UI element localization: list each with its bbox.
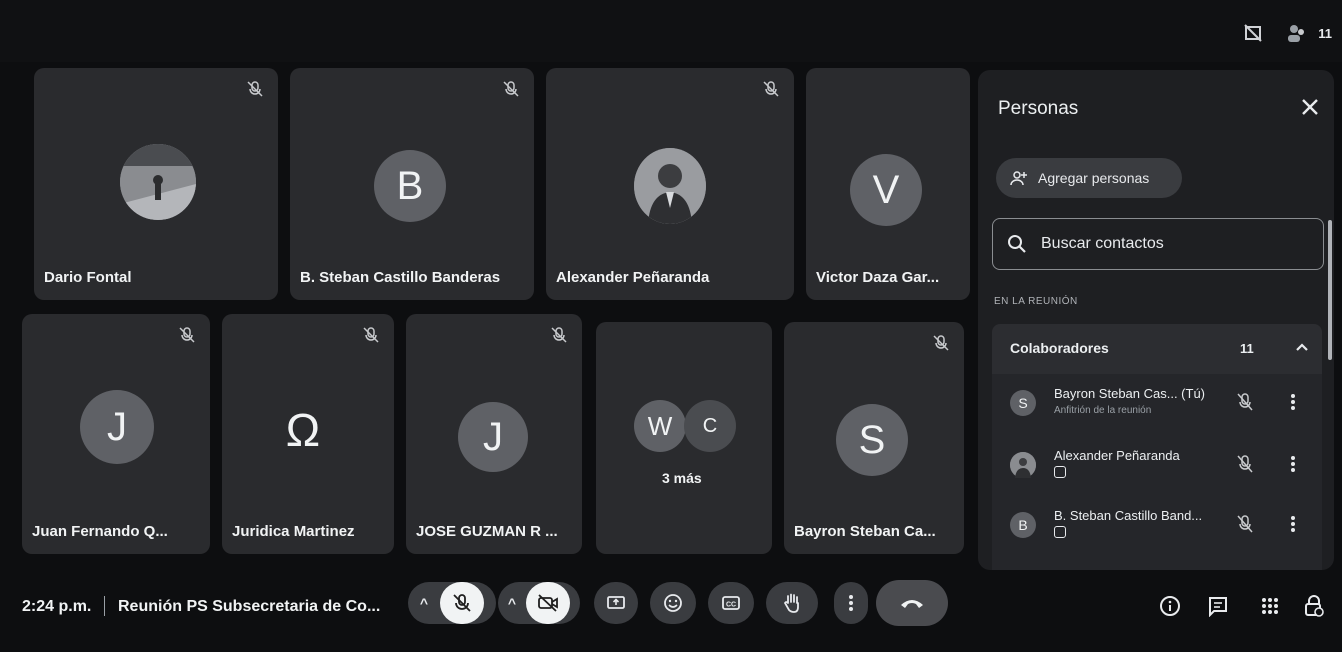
meeting-title: Reunión PS Subsecretaria de Co... — [118, 598, 381, 615]
participant-name: B. Steban Castillo Banderas — [300, 269, 501, 286]
add-people-label: Agregar personas — [1038, 170, 1150, 186]
participant-role: Anfitrión de la reunión — [1054, 405, 1152, 416]
participant-name: Alexander Peñaranda — [556, 269, 710, 286]
host-controls-icon[interactable] — [1302, 594, 1326, 618]
panel-title: Personas — [998, 98, 1079, 119]
section-label: EN LA REUNIÓN — [994, 296, 1078, 307]
participant-name: B. Steban Castillo Band... — [1054, 508, 1203, 523]
more-participants-tile[interactable]: W C 3 más — [596, 322, 772, 554]
participant-name: Bayron Steban Ca... — [794, 523, 936, 540]
avatar: V — [850, 154, 922, 226]
mic-off-icon — [932, 334, 950, 352]
avatar: W — [634, 400, 686, 452]
avatar: J — [80, 390, 154, 464]
participant-list: S Bayron Steban Cas... (Tú) Anfitrión de… — [992, 374, 1322, 570]
more-vert-icon[interactable] — [1290, 454, 1296, 474]
participant-tile[interactable]: Dario Fontal — [34, 68, 278, 300]
mic-off-icon[interactable] — [1236, 392, 1254, 412]
participant-tile[interactable]: V Victor Daza Gar... — [806, 68, 970, 300]
search-field[interactable] — [992, 218, 1324, 270]
chevron-up-icon — [1292, 337, 1312, 357]
search-input[interactable] — [1039, 234, 1303, 254]
group-label: Colaboradores — [1010, 340, 1109, 356]
end-call-icon[interactable] — [876, 580, 948, 626]
participant-tile[interactable]: S Bayron Steban Ca... — [784, 322, 964, 554]
more-count: 3 más — [662, 470, 702, 486]
camera-icon — [1054, 466, 1066, 478]
avatar — [634, 148, 706, 224]
avatar: B — [374, 150, 446, 222]
participant-name: Victor Daza Gar... — [816, 269, 940, 286]
avatar: B — [1010, 512, 1036, 538]
collaborators-group-header[interactable]: Colaboradores 11 — [992, 324, 1322, 374]
participant-name: Juridica Martinez — [232, 523, 355, 540]
participant-name: Bayron Steban Cas... (Tú) — [1054, 386, 1206, 401]
mic-off-icon — [246, 80, 264, 98]
more-vert-icon[interactable] — [834, 582, 868, 624]
participant-name: Alexander Peñaranda — [1054, 448, 1180, 463]
avatar: J — [458, 402, 528, 472]
participant-tile[interactable]: Ω Juridica Martinez — [222, 314, 394, 554]
list-item[interactable]: Alexander Peñaranda — [992, 440, 1322, 496]
avatar: C — [684, 400, 736, 452]
activities-icon[interactable] — [1258, 594, 1282, 618]
mic-off-icon — [550, 326, 568, 344]
present-screen-icon[interactable] — [594, 582, 638, 624]
top-bar: 11 — [0, 0, 1342, 62]
more-vert-icon[interactable] — [1290, 392, 1296, 412]
captions-icon[interactable]: CC — [708, 582, 754, 624]
meeting-time: 2:24 p.m. — [22, 598, 92, 615]
mic-off-icon — [178, 326, 196, 344]
divider — [104, 596, 105, 616]
mic-off-icon[interactable] — [440, 582, 485, 624]
avatar: Ω — [285, 404, 321, 456]
add-people-button[interactable]: Agregar personas — [996, 158, 1182, 198]
participant-name: Juan Fernando Q... — [32, 523, 168, 540]
participants-icon[interactable] — [1284, 20, 1310, 46]
participant-name: JOSE GUZMAN R ... — [416, 523, 558, 540]
chevron-up-icon: ^ — [419, 595, 429, 611]
more-vert-icon[interactable] — [1290, 514, 1296, 534]
mic-off-icon — [502, 80, 520, 98]
camera-icon — [1054, 526, 1066, 538]
chevron-up-icon: ^ — [507, 595, 517, 611]
participant-tile[interactable]: J Juan Fernando Q... — [22, 314, 210, 554]
mic-off-icon — [362, 326, 380, 344]
list-item[interactable]: S Bayron Steban Cas... (Tú) Anfitrión de… — [992, 378, 1322, 434]
participant-tile[interactable]: Alexander Peñaranda — [546, 68, 794, 300]
people-panel: Personas Agregar personas EN LA REUNIÓN … — [978, 70, 1334, 570]
avatar: S — [1010, 390, 1036, 416]
raise-hand-icon[interactable] — [766, 582, 818, 624]
chat-icon[interactable] — [1206, 594, 1230, 618]
camera-off-icon[interactable] — [526, 582, 571, 624]
svg-text:CC: CC — [726, 602, 736, 609]
participant-tile[interactable]: J JOSE GUZMAN R ... — [406, 314, 582, 554]
no-network-icon[interactable] — [1240, 20, 1266, 46]
group-count: 11 — [1240, 341, 1254, 356]
add-person-icon — [1010, 169, 1028, 187]
participant-tile[interactable]: B B. Steban Castillo Banderas — [290, 68, 534, 300]
mic-off-icon[interactable] — [1236, 514, 1254, 534]
emoji-icon[interactable] — [650, 582, 696, 624]
avatar — [1010, 452, 1036, 478]
participant-name: Dario Fontal — [44, 269, 132, 286]
close-icon[interactable] — [1298, 96, 1322, 120]
bottom-bar: 2:24 p.m. Reunión PS Subsecretaria de Co… — [0, 572, 1342, 652]
camera-options-button[interactable]: ^ — [498, 582, 580, 624]
participant-count: 11 — [1318, 26, 1332, 41]
search-icon — [1007, 234, 1027, 254]
avatar — [120, 144, 196, 220]
info-icon[interactable] — [1158, 594, 1182, 618]
mic-off-icon — [762, 80, 780, 98]
list-item[interactable]: B B. Steban Castillo Band... — [992, 500, 1322, 556]
mic-off-icon[interactable] — [1236, 454, 1254, 474]
scrollbar[interactable] — [1328, 220, 1332, 360]
avatar: S — [836, 404, 908, 476]
mic-options-button[interactable]: ^ — [408, 582, 496, 624]
